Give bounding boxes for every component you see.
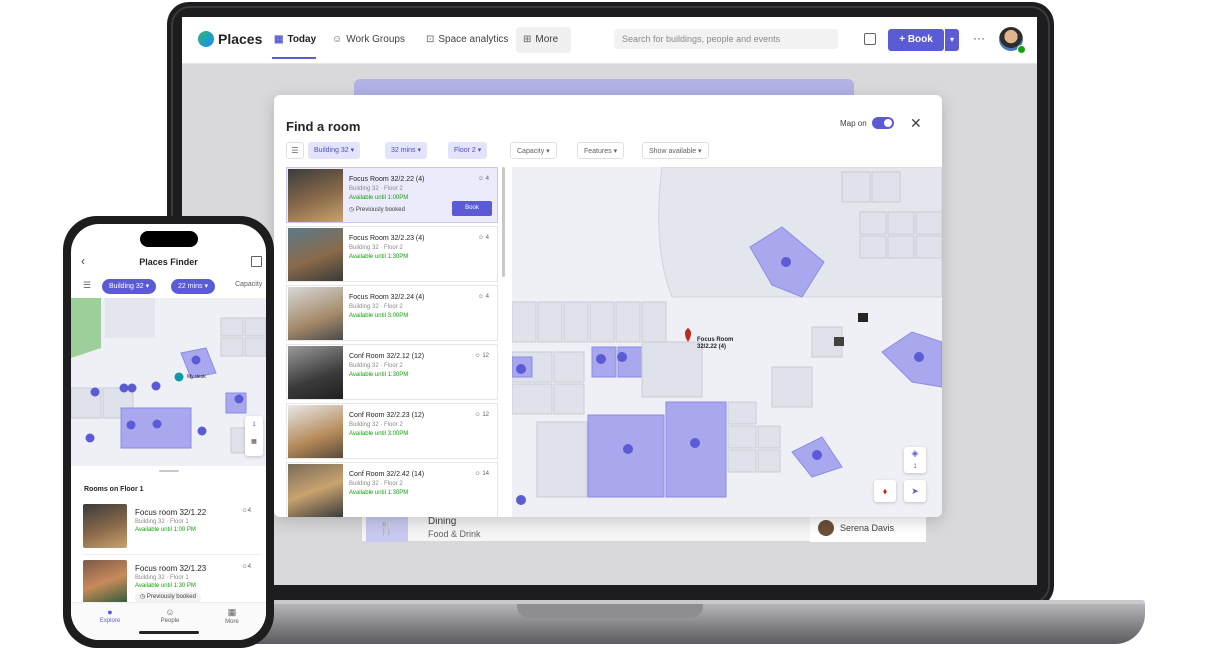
person-card[interactable]: Serena Davis — [810, 514, 926, 542]
room-photo — [288, 228, 343, 281]
tab-explore[interactable]: ● Explore — [90, 607, 130, 624]
history-icon: ◷ — [140, 594, 147, 600]
dining-title: Dining — [428, 516, 457, 527]
phone-chip-duration[interactable]: 22 mins ▾ — [171, 279, 215, 294]
people-icon: ☺ — [165, 607, 175, 617]
person-icon: ☺ — [477, 235, 486, 241]
capacity-label: ☺4 — [241, 564, 251, 570]
room-book-button[interactable]: Book — [452, 201, 492, 216]
nav-work-groups[interactable]: ☺ Work Groups — [332, 34, 405, 45]
laptop-notch — [517, 604, 703, 618]
room-card[interactable]: Conf Room 32/2.42 (14) Building 32 · Flo… — [286, 462, 498, 517]
room-photo — [83, 560, 127, 604]
room-photo — [288, 346, 343, 399]
top-bar: Places ▦ Today ☺ Work Groups ⊡ Space analyt… — [182, 17, 1037, 64]
room-photo — [83, 504, 127, 548]
find-room-dialog: Find a room Map on ✕ ☰ Building 32 ▾ 32 … — [274, 95, 942, 517]
phone-chip-building[interactable]: Building 32 ▾ — [102, 279, 157, 294]
grid-icon: ▦ — [227, 607, 237, 617]
phone-tab-bar: ● Explore ☺ People ▦ More — [71, 602, 266, 640]
floor-map[interactable]: Focus Room 32/2.22 (4) ◈ 1 ⬧ ➤ — [512, 167, 942, 517]
phone-floor-selector[interactable]: 1 ▦ — [245, 416, 263, 456]
nav-space-analytics[interactable]: ⊡ Space analytics — [426, 34, 508, 45]
calendar-icon: ▦ — [274, 34, 284, 45]
capacity-label: ☺ 14 — [474, 471, 489, 477]
room-card[interactable]: Conf Room 32/2.12 (12) Building 32 · Flo… — [286, 344, 498, 400]
capacity-label: ☺4 — [241, 508, 251, 514]
nav-more[interactable]: ⊞ More — [523, 34, 558, 45]
capacity-label: ☺ 4 — [477, 176, 489, 182]
analytics-icon: ⊡ — [426, 34, 435, 45]
layers-icon: ◈ — [911, 448, 919, 458]
filter-icon[interactable]: ☰ — [286, 142, 304, 159]
phone-floor-plan-svg — [71, 298, 266, 466]
list-scrollbar[interactable] — [502, 167, 505, 277]
people-icon: ☺ — [332, 34, 343, 45]
phone-title: Places Finder — [139, 257, 198, 267]
phone-room-card[interactable]: Focus room 32/1.22 Building 32 · Floor 1… — [83, 504, 261, 554]
filter-show-available[interactable]: Show available ▾ — [642, 142, 709, 159]
capacity-label: ☺ 4 — [477, 235, 489, 241]
filter-capacity[interactable]: Capacity ▾ — [510, 142, 557, 159]
history-icon: ◷ — [349, 207, 356, 213]
tab-people[interactable]: ☺ People — [150, 607, 190, 624]
capacity-label: ☺ 12 — [474, 353, 489, 359]
laptop-screen: Places ▦ Today ☺ Work Groups ⊡ Space analyt… — [182, 17, 1037, 585]
capacity-label: ☺ 4 — [477, 294, 489, 300]
dining-icon: 🍴 — [366, 514, 408, 542]
person-icon: ☺ — [477, 294, 486, 300]
tab-more[interactable]: ▦ More — [212, 607, 252, 625]
divider — [83, 554, 261, 555]
room-photo — [288, 287, 343, 340]
plus-icon: + — [899, 34, 908, 45]
filter-building[interactable]: Building 32 ▾ — [308, 142, 361, 159]
room-photo — [288, 464, 343, 517]
map-toggle-label: Map on — [840, 119, 867, 128]
filter-duration[interactable]: 32 mins ▾ — [385, 142, 427, 159]
grid-icon: ⊞ — [523, 34, 532, 45]
side-pane-icon[interactable] — [864, 33, 876, 45]
nav-active-indicator — [272, 57, 316, 59]
room-list: Focus Room 32/2.22 (4) Building 32 · Flo… — [286, 167, 498, 517]
nav-today[interactable]: ▦ Today — [274, 34, 316, 45]
phone-screen: ‹ Places Finder ☰ Building 32 ▾ 22 mins … — [71, 224, 266, 640]
book-dropdown-chevron-icon[interactable]: ▾ — [945, 29, 959, 51]
locate-icon[interactable]: ➤ — [904, 480, 926, 502]
filter-icon[interactable]: ☰ — [83, 280, 91, 291]
map-pin-label: Focus Room 32/2.22 (4) — [697, 337, 734, 350]
brand-name: Places — [218, 31, 263, 47]
person-icon: ☺ — [477, 176, 486, 182]
room-card[interactable]: Focus Room 32/2.24 (4) Building 32 · Flo… — [286, 285, 498, 341]
phone-map[interactable]: My desk 1 ▦ — [71, 298, 266, 466]
phone-chip-capacity[interactable]: Capacity — [235, 281, 262, 288]
capacity-label: ☺ 12 — [474, 412, 489, 418]
map-toggle[interactable] — [872, 117, 894, 129]
presence-status-icon — [1017, 45, 1026, 54]
room-photo — [288, 405, 343, 458]
my-desk-label: My desk — [187, 374, 206, 380]
room-photo — [288, 169, 343, 222]
filter-floor[interactable]: Floor 2 ▾ — [448, 142, 488, 159]
filter-features[interactable]: Features ▾ — [577, 142, 625, 159]
explore-icon: ● — [107, 607, 113, 617]
room-card[interactable]: Focus Room 32/2.22 (4) Building 32 · Flo… — [286, 167, 498, 223]
grid-icon: ▦ — [251, 439, 257, 445]
more-options-icon[interactable]: ··· — [973, 31, 985, 45]
section-title: Rooms on Floor 1 — [84, 486, 144, 493]
floor-selector[interactable]: ◈ 1 — [904, 447, 926, 473]
home-indicator — [139, 631, 199, 634]
search-input[interactable]: Search for buildings, people and events — [614, 29, 838, 49]
sheet-handle[interactable] — [159, 470, 179, 472]
places-logo-icon — [198, 31, 214, 47]
room-card[interactable]: Focus Room 32/2.23 (4) Building 32 · Flo… — [286, 226, 498, 282]
dining-subtitle: Food & Drink — [428, 529, 481, 539]
room-card[interactable]: Conf Room 32/2.23 (12) Building 32 · Flo… — [286, 403, 498, 459]
compass-icon[interactable]: ⬧ — [874, 480, 896, 502]
dynamic-island — [140, 231, 198, 247]
list-view-icon[interactable] — [251, 256, 262, 267]
dialog-title: Find a room — [286, 119, 361, 134]
close-icon[interactable]: ✕ — [910, 115, 922, 132]
previously-booked-label: ◷ Previously booked — [349, 207, 405, 213]
book-button[interactable]: + Book — [888, 29, 944, 51]
